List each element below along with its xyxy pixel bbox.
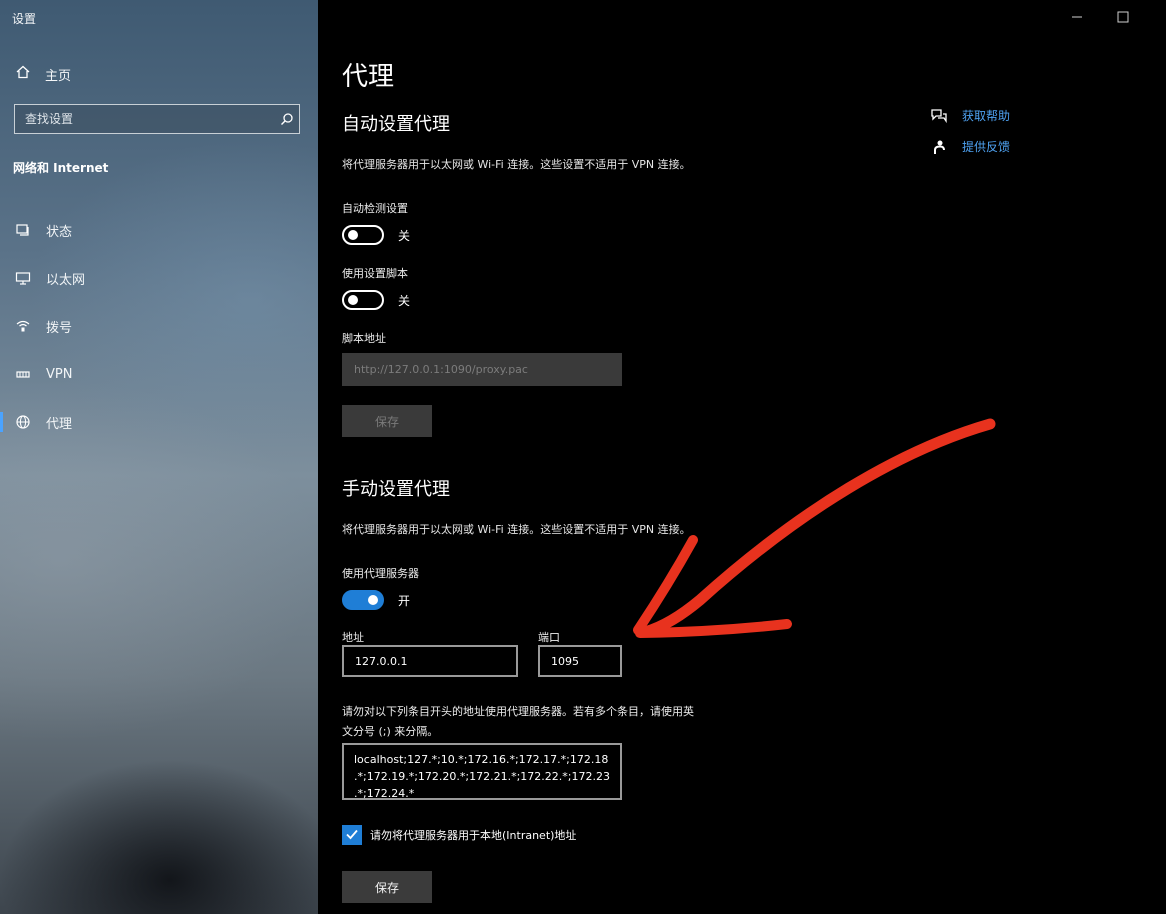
get-help-link[interactable]: 获取帮助	[928, 100, 1010, 131]
search-icon[interactable]	[275, 112, 299, 126]
exceptions-label-line1: 请勿对以下列条目开头的地址使用代理服务器。若有多个条目，请使用英	[342, 705, 694, 718]
exceptions-label-line2: 文分号 (;) 来分隔。	[342, 725, 439, 738]
sidebar-item-label: 代理	[46, 416, 73, 432]
use-proxy-toggle-row: 开	[342, 590, 410, 610]
search-box[interactable]	[14, 104, 300, 134]
auto-detect-state: 关	[398, 228, 411, 243]
manual-save-button[interactable]: 保存	[342, 871, 432, 903]
feedback-icon	[928, 139, 950, 155]
script-address-field	[342, 353, 622, 386]
sidebar-item-vpn[interactable]: VPN	[0, 350, 318, 398]
help-links: 获取帮助 提供反馈	[928, 100, 1010, 162]
search-input[interactable]	[15, 111, 275, 127]
sidebar-item-proxy[interactable]: 代理	[0, 398, 318, 446]
use-proxy-label: 使用代理服务器	[342, 567, 419, 580]
home-icon	[15, 64, 45, 84]
sidebar-item-ethernet[interactable]: 以太网	[0, 254, 318, 302]
sidebar-item-label: VPN	[46, 366, 73, 382]
address-field[interactable]	[342, 645, 518, 677]
auto-detect-toggle[interactable]	[342, 225, 384, 245]
local-bypass-checkbox[interactable]	[342, 825, 362, 845]
sidebar-item-dialup[interactable]: 拨号	[0, 302, 318, 350]
address-label: 地址	[342, 631, 364, 644]
sidebar-nav: 状态 以太网 拨号 VPN 代理	[0, 206, 318, 446]
exceptions-label: 请勿对以下列条目开头的地址使用代理服务器。若有多个条目，请使用英 文分号 (;)…	[342, 702, 694, 742]
feedback-text[interactable]: 提供反馈	[962, 138, 1010, 155]
auto-proxy-heading: 自动设置代理	[342, 114, 450, 135]
sidebar-item-status[interactable]: 状态	[0, 206, 318, 254]
script-address-label: 脚本地址	[342, 332, 386, 345]
vpn-icon	[12, 366, 34, 382]
home-label: 主页	[45, 68, 72, 84]
manual-proxy-heading: 手动设置代理	[342, 479, 450, 500]
setup-script-label: 使用设置脚本	[342, 267, 408, 280]
auto-detect-label: 自动检测设置	[342, 202, 408, 215]
dialup-icon	[12, 318, 34, 334]
use-proxy-state: 开	[398, 593, 411, 608]
ethernet-icon	[12, 270, 34, 286]
auto-detect-toggle-row: 关	[342, 225, 410, 245]
section-title: 网络和 Internet	[13, 161, 109, 175]
globe-icon	[12, 414, 34, 430]
feedback-link[interactable]: 提供反馈	[928, 131, 1010, 162]
home-link[interactable]: 主页	[15, 64, 71, 84]
help-chat-icon	[928, 108, 950, 124]
sidebar: 设置 主页 网络和 Internet 状态 以太网	[0, 0, 318, 914]
exceptions-textarea[interactable]: localhost;127.*;10.*;172.16.*;172.17.*;1…	[342, 743, 622, 800]
checkmark-icon	[345, 826, 359, 845]
sidebar-item-label: 状态	[46, 224, 73, 240]
auto-proxy-description: 将代理服务器用于以太网或 Wi-Fi 连接。这些设置不适用于 VPN 连接。	[342, 158, 691, 171]
main-panel: 代理 自动设置代理 将代理服务器用于以太网或 Wi-Fi 连接。这些设置不适用于…	[318, 0, 1166, 914]
get-help-text[interactable]: 获取帮助	[962, 107, 1010, 124]
window-title: 设置	[12, 12, 37, 26]
setup-script-toggle-row: 关	[342, 290, 410, 310]
status-icon	[12, 222, 34, 238]
use-proxy-toggle[interactable]	[342, 590, 384, 610]
port-field[interactable]	[538, 645, 622, 677]
local-bypass-row[interactable]: 请勿将代理服务器用于本地(Intranet)地址	[342, 825, 576, 845]
setup-script-toggle[interactable]	[342, 290, 384, 310]
sidebar-item-label: 以太网	[46, 272, 86, 288]
sidebar-item-label: 拨号	[46, 320, 73, 336]
port-label: 端口	[538, 631, 560, 644]
auto-save-button: 保存	[342, 405, 432, 437]
local-bypass-label: 请勿将代理服务器用于本地(Intranet)地址	[370, 829, 577, 842]
manual-proxy-description: 将代理服务器用于以太网或 Wi-Fi 连接。这些设置不适用于 VPN 连接。	[342, 523, 691, 536]
page-title: 代理	[342, 62, 395, 92]
setup-script-state: 关	[398, 293, 411, 308]
